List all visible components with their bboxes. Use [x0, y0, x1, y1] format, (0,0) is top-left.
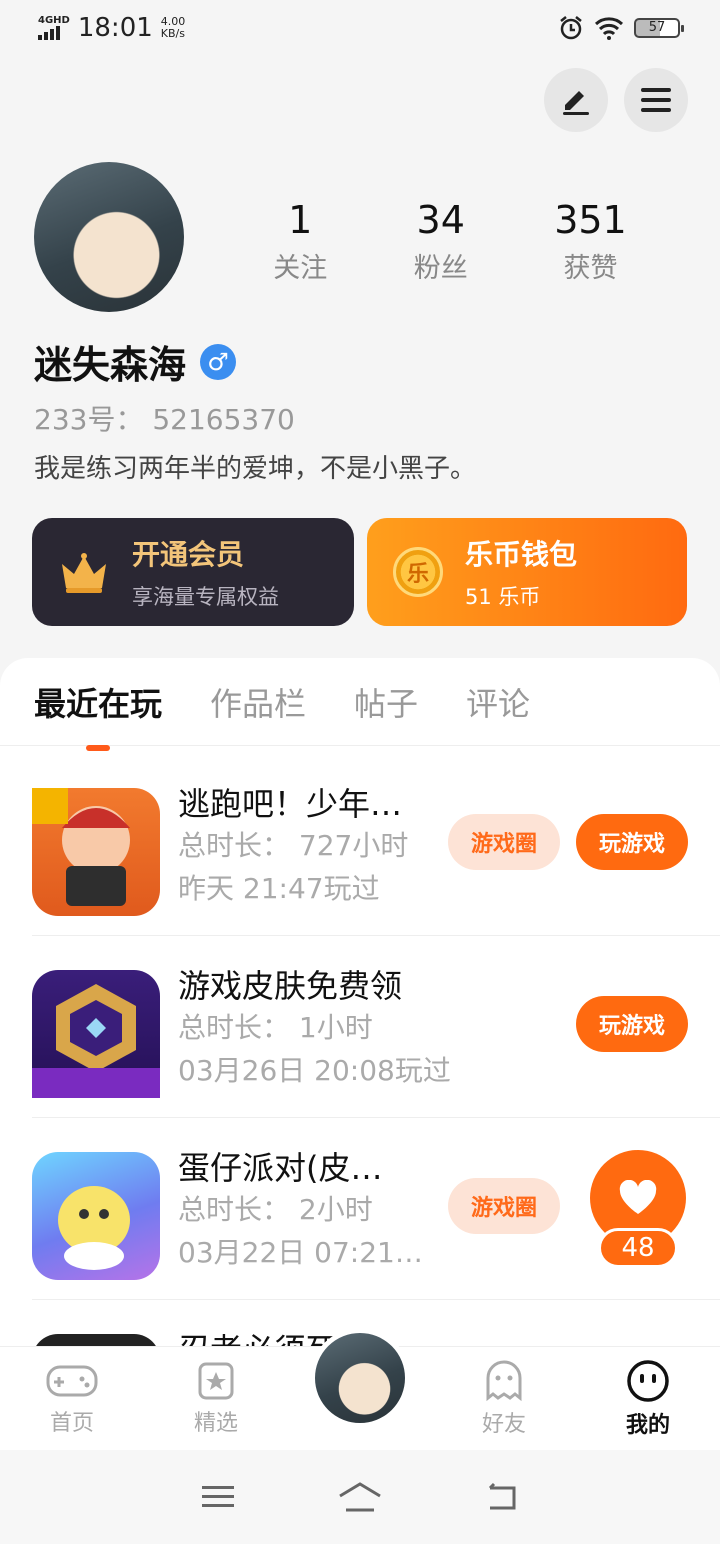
fans-label: 粉丝	[413, 253, 468, 284]
play-game-button[interactable]: 玩游戏	[576, 996, 688, 1052]
game-info: 逃跑吧！少年… 总时长： 727小时 昨天 21:47玩过	[178, 784, 438, 910]
game-last-played: 昨天 21:47玩过	[178, 872, 380, 905]
game-duration: 总时长： 2小时	[178, 1193, 373, 1226]
network-speed: 4.00 KB/s	[161, 16, 186, 40]
vip-card[interactable]: 开通会员 享海量专属权益	[32, 518, 354, 626]
game-info: 游戏皮肤免费领 总时长： 1小时 03月26日 20:08玩过	[178, 966, 451, 1092]
nav-home[interactable]: 首页	[17, 1361, 127, 1437]
tab-works[interactable]: 作品栏	[210, 679, 306, 725]
recent-apps-icon[interactable]	[200, 1483, 236, 1511]
following-count: 1	[288, 198, 313, 242]
profile-stats: 1 关注 34 粉丝 351 获赞	[230, 198, 670, 285]
hamburger-icon	[641, 88, 671, 112]
nav-mine[interactable]: 我的	[593, 1359, 703, 1439]
bio: 我是练习两年半的爱坤，不是小黑子。	[34, 454, 477, 484]
stat-following[interactable]: 1 关注	[273, 198, 327, 285]
like-count: 48	[598, 1228, 678, 1268]
username: 迷失森海	[34, 343, 187, 387]
following-label: 关注	[273, 253, 328, 284]
nav-featured[interactable]: 精选	[161, 1361, 271, 1437]
game-name: 游戏皮肤免费领	[178, 967, 403, 1005]
gender-male-icon: ♂	[200, 343, 237, 380]
wallet-card[interactable]: 乐 乐币钱包 51 乐币	[367, 518, 687, 626]
coin-icon: 乐	[393, 547, 443, 597]
wallet-balance: 51 乐币	[465, 585, 541, 609]
stat-likes[interactable]: 351 获赞	[554, 198, 627, 285]
alarm-icon	[560, 16, 582, 40]
network-type: 4GHD	[38, 15, 70, 26]
status-right: 57	[558, 15, 684, 41]
list-item[interactable]: 游戏皮肤免费领 总时长： 1小时 03月26日 20:08玩过 玩游戏	[32, 936, 720, 1118]
game-circle-button[interactable]: 游戏圈	[448, 814, 560, 870]
play-game-button[interactable]: 玩游戏	[576, 814, 688, 870]
nav-center-avatar[interactable]	[310, 1328, 410, 1428]
game-icon	[32, 788, 160, 916]
status-bar: 4GHD 18:01 4.00 KB/s 57	[0, 0, 720, 56]
game-last-played: 03月26日 20:08玩过	[178, 1054, 451, 1087]
user-id: 233号： 52165370	[34, 403, 295, 436]
likes-label: 获赞	[563, 253, 618, 284]
ghost-icon	[486, 1360, 522, 1401]
signal-icon: 4GHD	[38, 16, 70, 40]
game-icon	[32, 970, 160, 1098]
heart-icon	[619, 1180, 657, 1214]
clock: 18:01	[77, 13, 153, 43]
nav-featured-label: 精选	[193, 1410, 238, 1436]
vip-subtitle: 享海量专属权益	[132, 585, 279, 609]
game-info: 蛋仔派对(皮… 总时长： 2小时 03月22日 07:21…	[178, 1148, 438, 1274]
fans-count: 34	[416, 198, 465, 242]
likes-count: 351	[554, 198, 627, 242]
game-name: 蛋仔派对(皮…	[178, 1149, 383, 1187]
game-icon	[32, 1152, 160, 1280]
gamepad-icon	[46, 1365, 98, 1396]
speed-unit: KB/s	[160, 27, 185, 40]
nav-home-label: 首页	[49, 1410, 94, 1436]
tab-bar: 最近在玩 作品栏 帖子 评论	[0, 658, 720, 746]
game-name: 逃跑吧！少年…	[178, 785, 403, 823]
tab-recent-playing[interactable]: 最近在玩	[34, 679, 162, 725]
nav-friends[interactable]: 好友	[449, 1360, 559, 1438]
edit-icon	[563, 91, 589, 115]
back-icon[interactable]	[484, 1482, 520, 1512]
tab-comments[interactable]: 评论	[466, 679, 530, 725]
edit-profile-button[interactable]	[544, 68, 608, 132]
game-duration: 总时长： 1小时	[178, 1011, 373, 1044]
list-item[interactable]: 逃跑吧！少年… 总时长： 727小时 昨天 21:47玩过 游戏圈 玩游戏	[32, 754, 720, 936]
nav-mine-label: 我的	[626, 1407, 670, 1439]
wallet-title: 乐币钱包	[465, 538, 578, 571]
game-circle-button[interactable]: 游戏圈	[448, 1178, 560, 1234]
avatar[interactable]	[34, 162, 184, 312]
system-nav	[0, 1450, 720, 1544]
status-left: 4GHD 18:01 4.00 KB/s	[38, 13, 185, 43]
wifi-icon	[594, 17, 624, 40]
home-icon[interactable]	[336, 1480, 384, 1514]
game-last-played: 03月22日 07:21…	[178, 1236, 423, 1269]
bookmark-star-icon	[198, 1362, 234, 1399]
stat-fans[interactable]: 34 粉丝	[414, 198, 468, 285]
nav-friends-label: 好友	[481, 1411, 526, 1437]
menu-button[interactable]	[624, 68, 688, 132]
smiley-icon	[627, 1359, 669, 1402]
tab-posts[interactable]: 帖子	[354, 679, 418, 725]
crown-icon	[62, 553, 106, 593]
game-duration: 总时长： 727小时	[178, 829, 409, 862]
battery-icon: 57	[634, 18, 684, 38]
username-row: 迷失森海 ♂	[34, 334, 237, 389]
vip-title: 开通会员	[132, 538, 245, 571]
